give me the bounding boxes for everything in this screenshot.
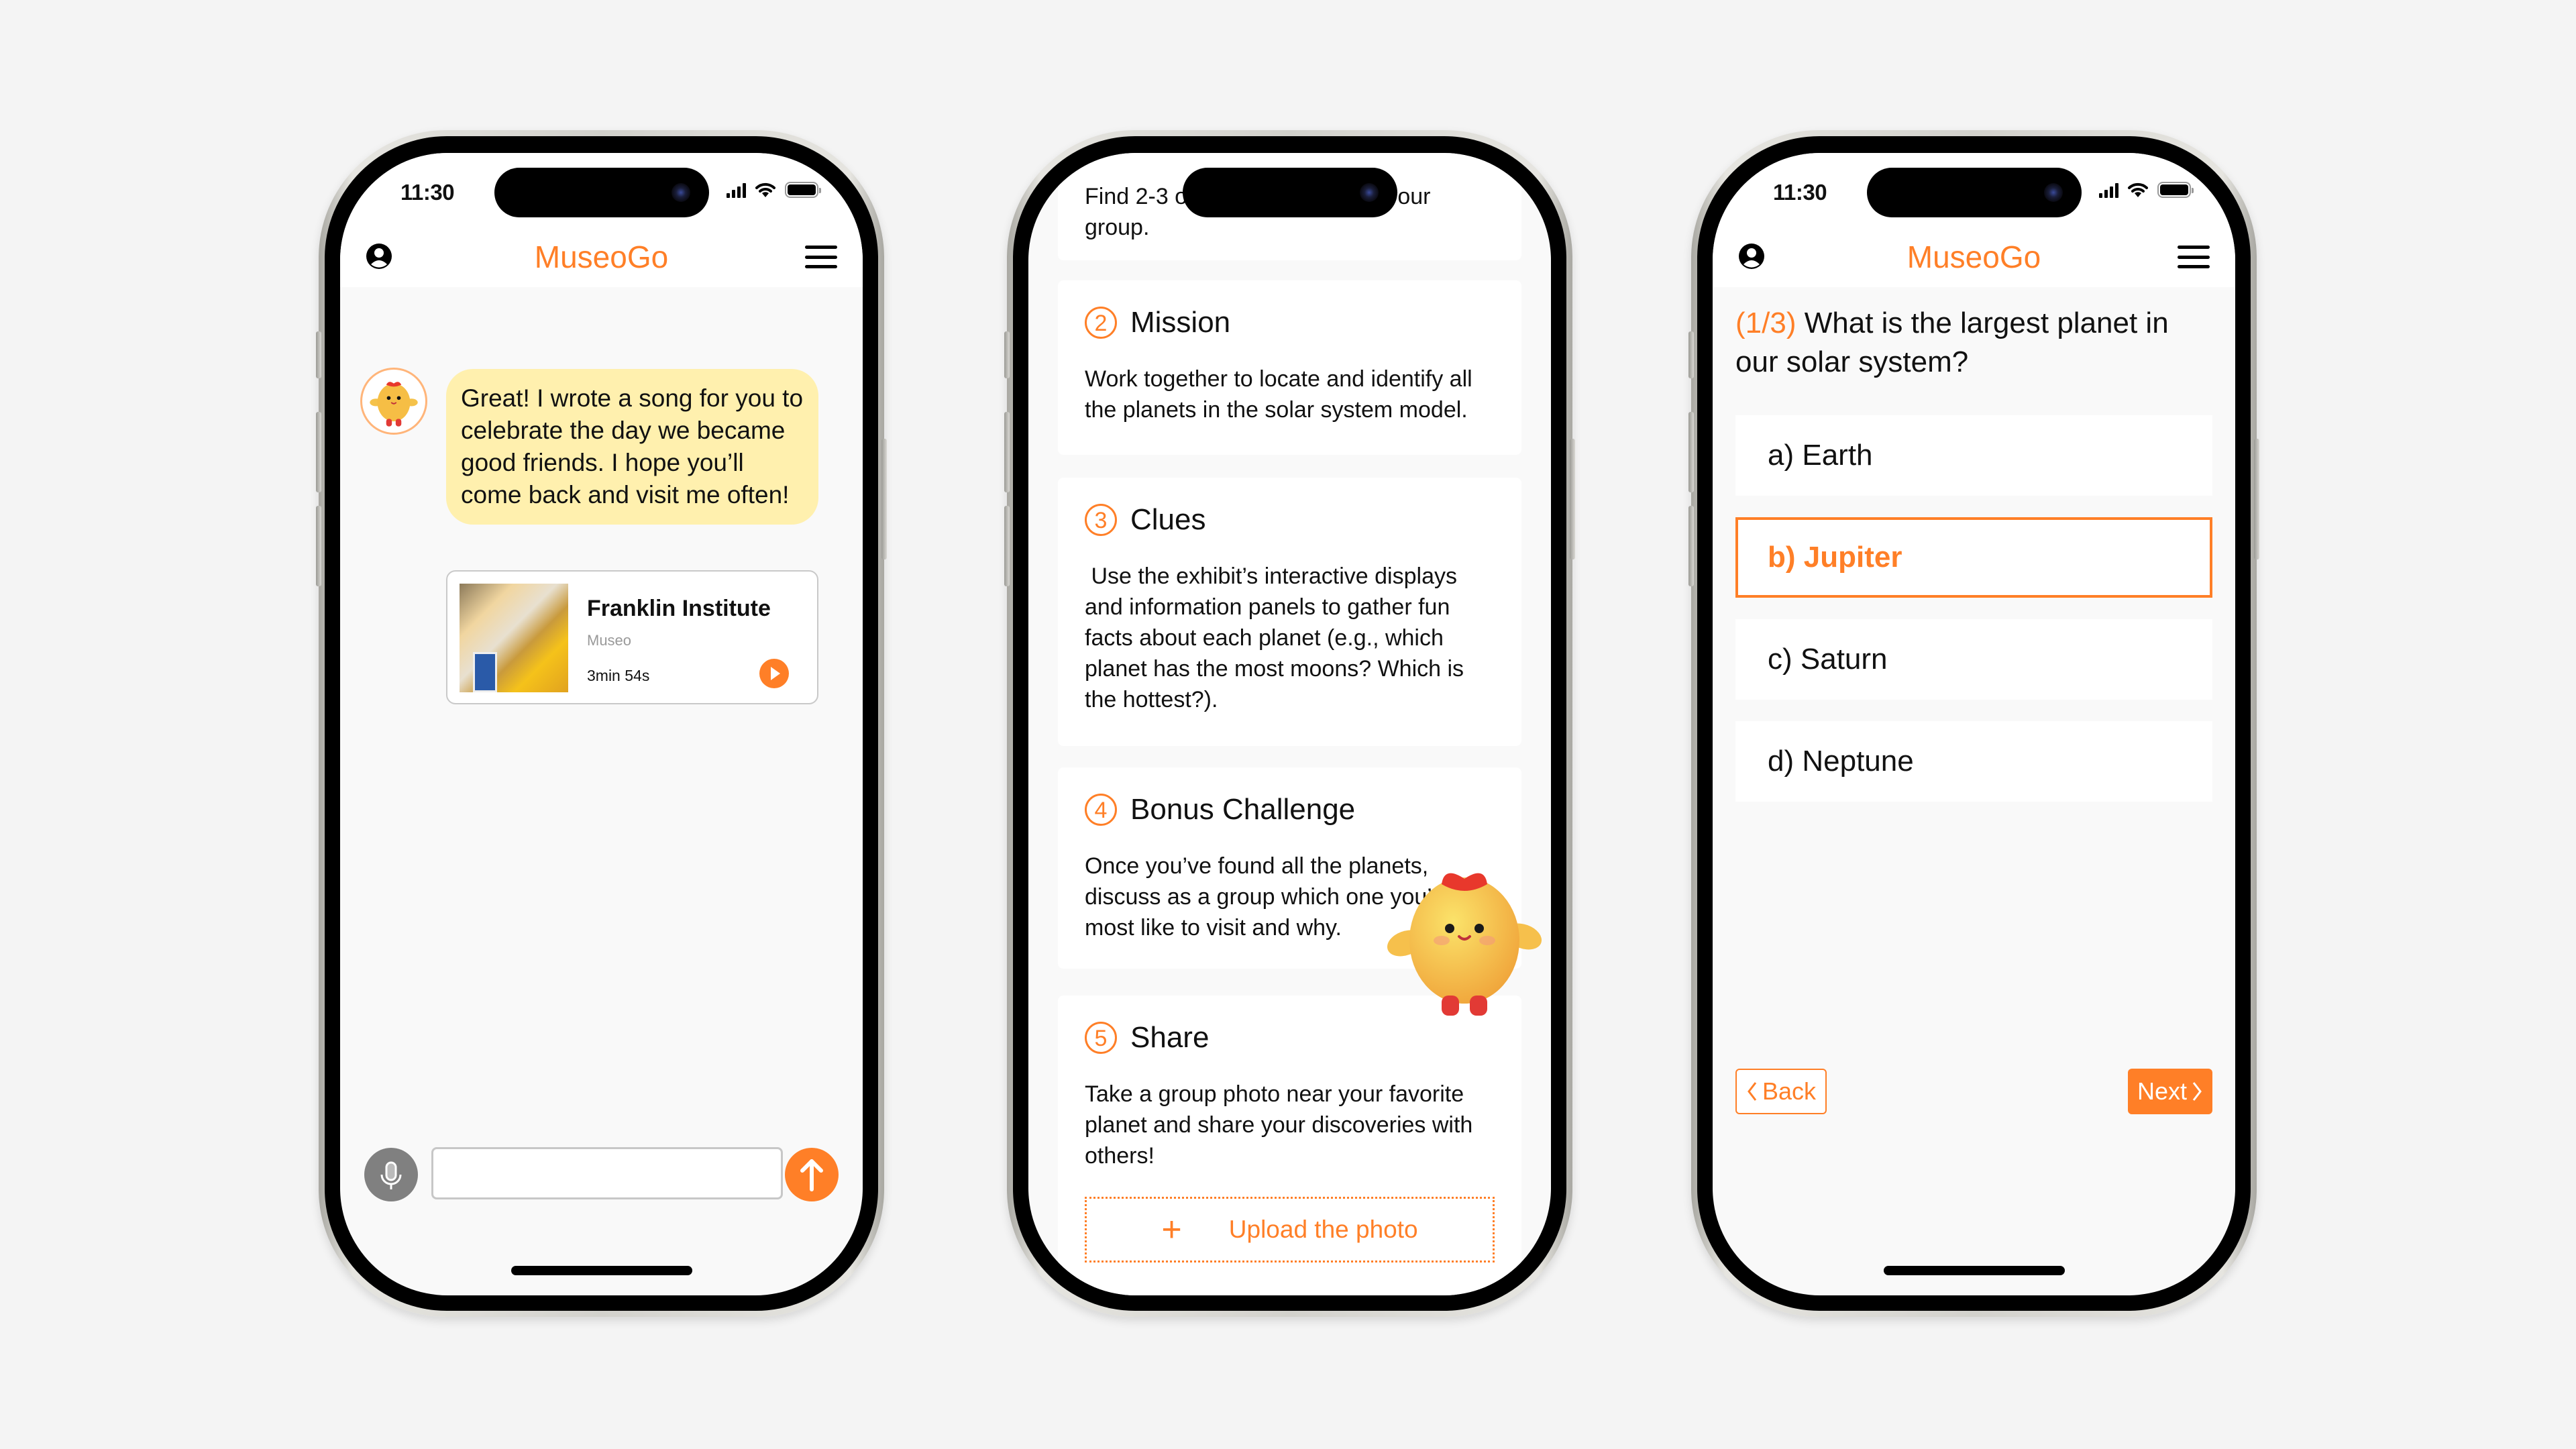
action-button <box>1004 331 1010 378</box>
volume-down-button <box>316 506 321 586</box>
quiz-option-a[interactable]: a) Earth <box>1735 415 2212 496</box>
dynamic-island <box>1866 168 2082 217</box>
chevron-left-icon <box>1748 1082 1757 1101</box>
volume-up-button <box>316 412 321 492</box>
back-label: Back <box>1762 1077 1817 1105</box>
song-card-title: Franklin Institute <box>587 596 771 621</box>
volume-down-button <box>1688 506 1694 586</box>
step-title: Share <box>1130 1021 1210 1054</box>
wifi-icon <box>2128 182 2148 197</box>
upload-photo-button[interactable]: + Upload the photo <box>1085 1197 1495 1263</box>
step-body: Take a group photo near your favorite pl… <box>1085 1081 1473 1169</box>
screen: 11:30 MuseoGo Great! I wrote a song for … <box>340 153 863 1295</box>
quiz-option-b[interactable]: b) Jupiter <box>1735 517 2212 598</box>
next-button[interactable]: Next <box>2127 1069 2212 1114</box>
song-card-type: Museo <box>587 632 632 649</box>
mascot-icon <box>370 382 418 427</box>
send-button[interactable] <box>785 1148 839 1201</box>
app-title: MuseoGo <box>534 239 669 274</box>
phone-chat: 11:30 MuseoGo Great! I wrote a song for … <box>316 130 887 1317</box>
step-body: Work together to locate and identify all… <box>1085 366 1472 423</box>
step-title: Mission <box>1130 306 1231 339</box>
quiz-question: (1/3) What is the largest planet in our … <box>1735 304 2212 382</box>
app-title: MuseoGo <box>1907 239 2041 274</box>
quiz-option-d[interactable]: d) Neptune <box>1735 721 2212 802</box>
power-button <box>881 439 887 559</box>
quiz-question-text: What is the largest planet in our solar … <box>1735 307 2169 378</box>
song-thumbnail <box>460 584 568 692</box>
hamburger-menu-icon[interactable] <box>2178 246 2210 268</box>
volume-down-button <box>1004 506 1010 586</box>
app-header: MuseoGo <box>340 227 863 287</box>
step-number: 4 <box>1085 794 1117 826</box>
screen: 11:30 MuseoGo (1/3) What is the largest … <box>1713 153 2235 1295</box>
step-body: Use the exhibit’s interactive displays a… <box>1085 564 1470 712</box>
song-card[interactable]: Franklin Institute Museo 3min 54s <box>446 570 818 704</box>
home-indicator[interactable] <box>1883 1266 2065 1275</box>
signal-icon <box>727 182 746 198</box>
chevron-right-icon <box>2192 1082 2202 1101</box>
battery-icon <box>785 182 821 198</box>
upload-photo-label: Upload the photo <box>1228 1216 1418 1243</box>
dynamic-island <box>494 168 709 217</box>
step-title: Clues <box>1130 503 1206 536</box>
step-number: 5 <box>1085 1022 1117 1054</box>
power-button <box>1570 439 1575 559</box>
microphone-button[interactable] <box>364 1148 418 1201</box>
step-card-mission: 2 Mission Work together to locate and ide… <box>1058 280 1521 455</box>
step-1-text-line2: group. <box>1085 215 1150 240</box>
back-button[interactable]: Back <box>1735 1069 1827 1114</box>
arrow-up-icon <box>800 1159 823 1191</box>
chat-input[interactable] <box>431 1147 783 1199</box>
step-card-share: 5 Share Take a group photo near your favo… <box>1058 996 1521 1295</box>
camera-icon <box>1359 183 1379 202</box>
volume-up-button <box>1004 412 1010 492</box>
screen: Find 2-3 othin your group. 2Mission Work… <box>1028 153 1551 1295</box>
status-time: 11:30 <box>400 180 455 205</box>
camera-icon <box>2043 183 2063 202</box>
dynamic-island <box>1182 168 1397 217</box>
microphone-icon <box>380 1161 402 1189</box>
status-time: 11:30 <box>1773 180 1827 205</box>
step-number: 3 <box>1085 504 1117 536</box>
app-header: MuseoGo <box>1713 227 2235 287</box>
power-button <box>2254 439 2259 559</box>
action-button <box>316 331 321 378</box>
mascot-icon <box>1387 873 1542 1016</box>
play-icon[interactable] <box>759 659 789 688</box>
home-indicator[interactable] <box>511 1266 692 1275</box>
plus-icon: + <box>1161 1210 1182 1249</box>
step-card-clues: 3 Clues Use the exhibit’s interactive dis… <box>1058 478 1521 746</box>
phone-quiz: 11:30 MuseoGo (1/3) What is the largest … <box>1688 130 2259 1317</box>
step-number: 2 <box>1085 307 1117 339</box>
quiz-progress: (1/3) <box>1735 307 1796 339</box>
mascot-avatar <box>360 368 427 435</box>
wifi-icon <box>755 182 775 197</box>
signal-icon <box>2099 182 2118 198</box>
chat-message-bubble: Great! I wrote a song for you to celebra… <box>446 369 818 525</box>
action-button <box>1688 331 1694 378</box>
phone-mission: Find 2-3 othin your group. 2Mission Work… <box>1004 130 1575 1317</box>
song-card-duration: 3min 54s <box>587 667 650 684</box>
next-label: Next <box>2137 1077 2187 1105</box>
quiz-option-c[interactable]: c) Saturn <box>1735 619 2212 700</box>
hamburger-menu-icon[interactable] <box>805 246 837 268</box>
step-title: Bonus Challenge <box>1130 793 1356 826</box>
battery-icon <box>2157 182 2194 198</box>
volume-up-button <box>1688 412 1694 492</box>
camera-icon <box>671 183 690 202</box>
